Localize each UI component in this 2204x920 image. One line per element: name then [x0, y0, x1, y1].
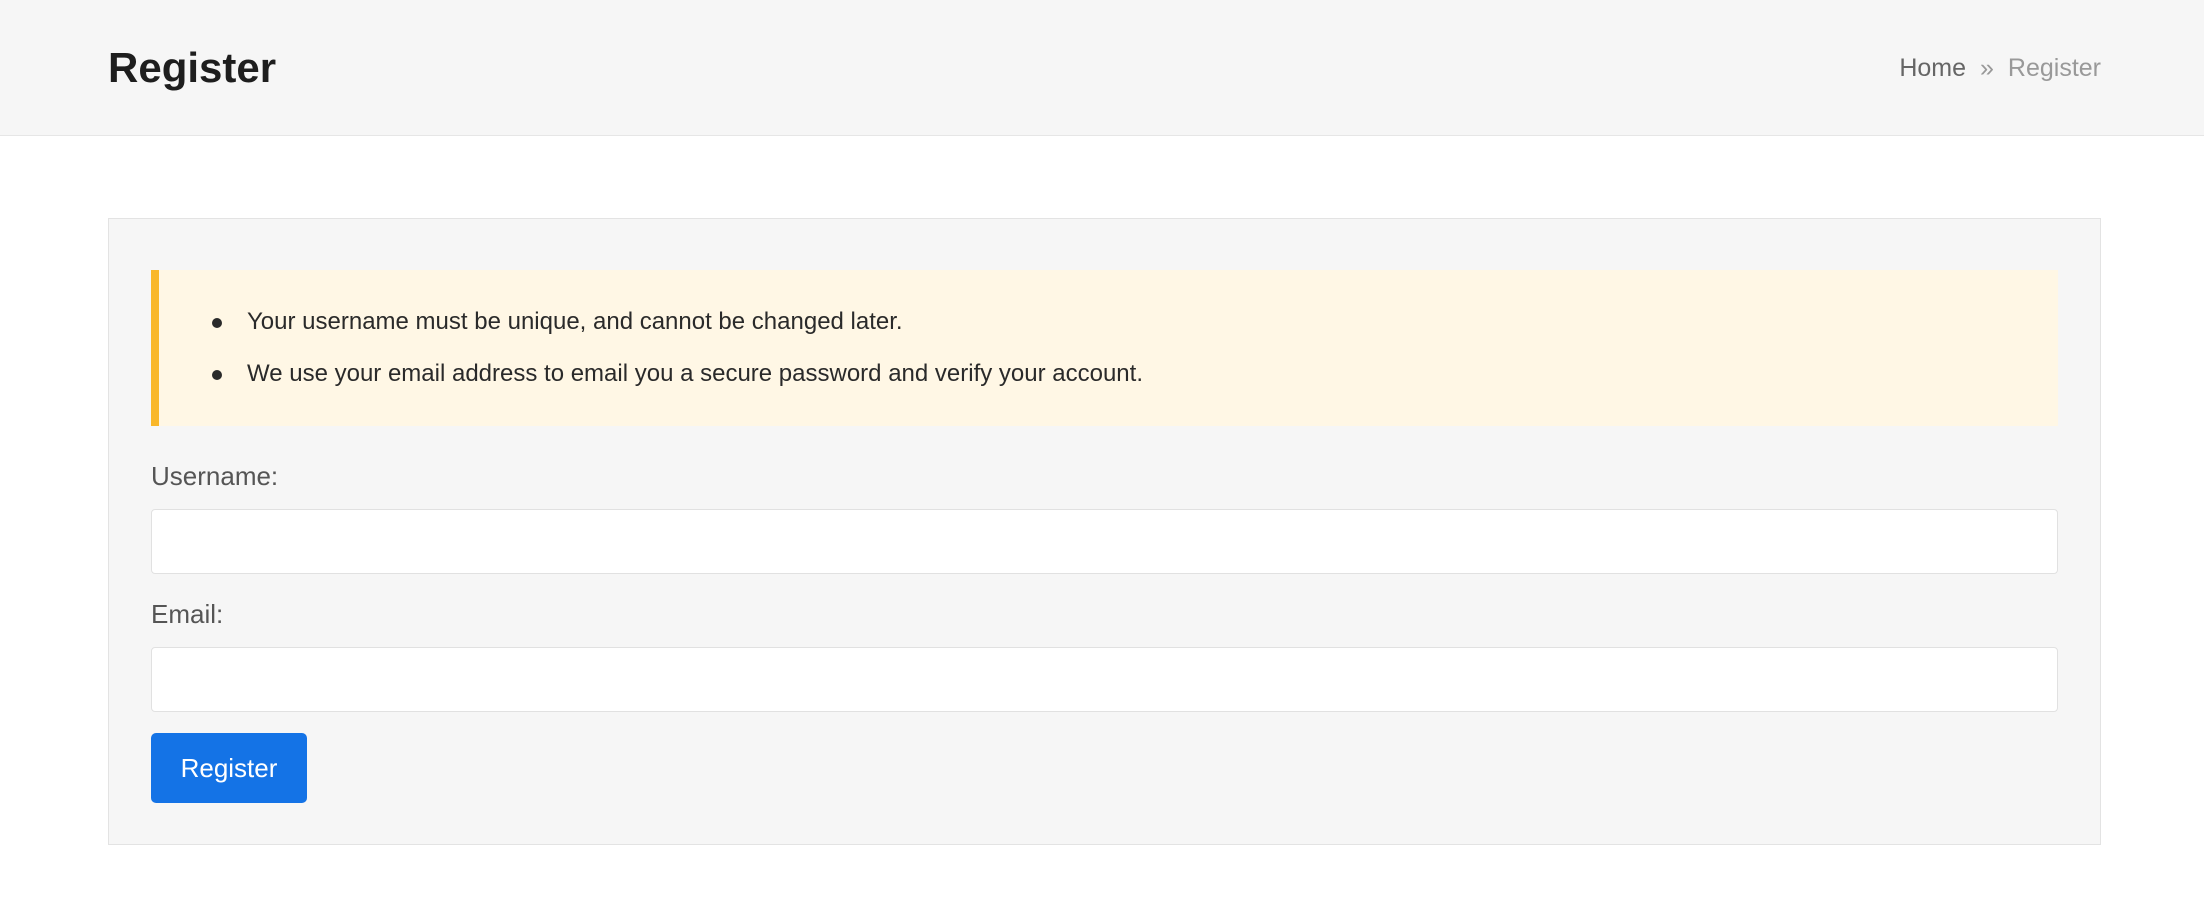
notice-item-text: Your username must be unique, and cannot…	[247, 308, 903, 335]
page-title: Register	[108, 44, 277, 91]
breadcrumb-home-link[interactable]: Home	[1899, 54, 1966, 82]
breadcrumb-separator: »	[1980, 54, 1994, 82]
notice-item: Your username must be unique, and cannot…	[212, 306, 903, 338]
notice-item: We use your email address to email you a…	[212, 358, 1143, 390]
breadcrumb: Home » Register	[1899, 52, 2101, 84]
register-button[interactable]: Register	[151, 733, 307, 803]
username-label: Username:	[151, 461, 279, 491]
register-form-panel: Your username must be unique, and cannot…	[108, 218, 2101, 845]
email-label: Email:	[151, 599, 224, 629]
page-header: Register Home » Register	[0, 0, 2204, 136]
username-input[interactable]	[151, 509, 2058, 574]
email-input[interactable]	[151, 647, 2058, 712]
notice-item-text: We use your email address to email you a…	[247, 360, 1143, 387]
bullet-icon	[212, 318, 222, 328]
bullet-icon	[212, 370, 222, 380]
registration-notice: Your username must be unique, and cannot…	[151, 270, 2058, 426]
breadcrumb-current: Register	[2007, 54, 2101, 82]
